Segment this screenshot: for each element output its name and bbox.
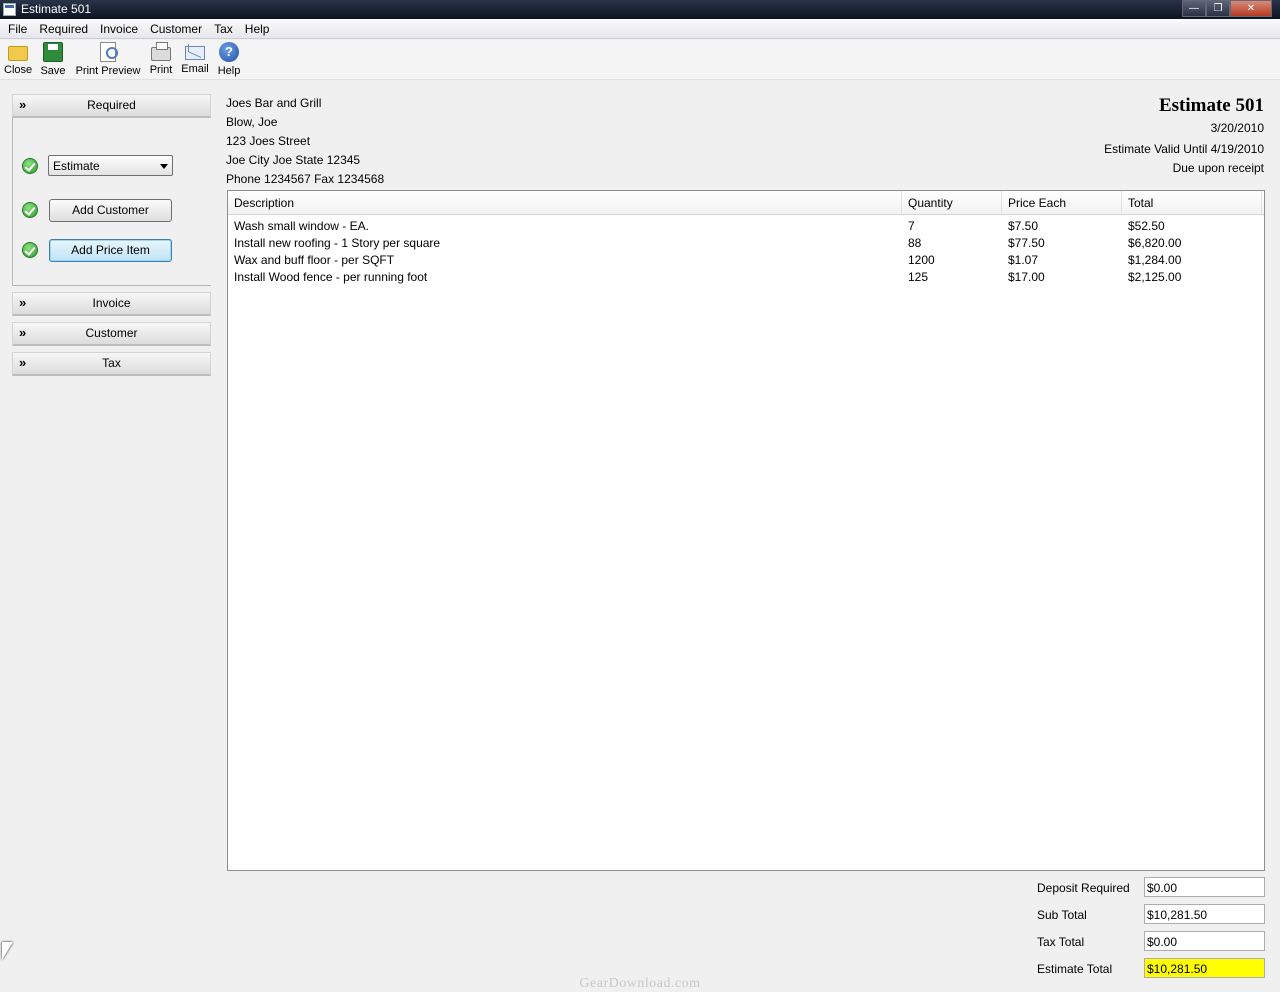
menu-file[interactable]: File xyxy=(2,19,33,39)
customer-contact: Blow, Joe xyxy=(226,115,278,129)
chevron-down-icon: » xyxy=(19,325,27,340)
invoice-group-label: Invoice xyxy=(92,296,131,310)
chevron-up-icon: » xyxy=(19,97,27,112)
row-quantity: 1200 xyxy=(908,253,935,267)
sub-total-label: Sub Total xyxy=(1037,908,1087,922)
save-label: Save xyxy=(40,65,66,77)
row-price: $1.07 xyxy=(1008,253,1039,267)
customer-group-label: Customer xyxy=(85,326,138,340)
printer-icon xyxy=(151,42,171,61)
customer-city: Joe City Joe State 12345 xyxy=(226,153,361,167)
estimate-total-label: Estimate Total xyxy=(1037,962,1113,976)
tax-total-field[interactable]: $0.00 xyxy=(1144,931,1265,951)
row-price: $7.50 xyxy=(1008,219,1039,233)
required-group-header[interactable]: » Required xyxy=(12,94,211,118)
email-label: Email xyxy=(181,63,209,75)
deposit-required-field[interactable]: $0.00 xyxy=(1144,877,1265,897)
floppy-disk-icon xyxy=(43,42,63,62)
check-complete-icon xyxy=(22,158,38,174)
row-description: Wax and buff floor - per SQFT xyxy=(234,253,395,267)
toolbar: Close Save Print Preview Print Email ? H… xyxy=(0,40,1280,80)
close-label: Close xyxy=(4,64,33,76)
row-quantity: 7 xyxy=(908,219,915,233)
help-label: Help xyxy=(217,65,241,77)
row-description: Install Wood fence - per running foot xyxy=(234,270,428,284)
menu-required[interactable]: Required xyxy=(33,19,94,39)
tax-group-label: Tax xyxy=(102,356,121,370)
check-complete-icon xyxy=(22,242,38,258)
row-quantity: 88 xyxy=(908,236,922,250)
row-price: $17.00 xyxy=(1008,270,1045,284)
required-group-label: Required xyxy=(87,98,136,112)
add-customer-button[interactable]: Add Customer xyxy=(49,199,172,222)
customer-street: 123 Joes Street xyxy=(226,134,311,148)
chevron-down-icon xyxy=(160,164,168,169)
customer-company: Joes Bar and Grill xyxy=(226,96,322,110)
tax-total-label: Tax Total xyxy=(1037,935,1085,949)
column-description[interactable]: Description xyxy=(228,191,902,215)
estimate-total-field[interactable]: $10,281.50 xyxy=(1144,958,1265,978)
close-window-icon[interactable]: ✕ xyxy=(1230,0,1272,17)
sub-total-field[interactable]: $10,281.50 xyxy=(1144,904,1265,924)
row-total: $6,820.00 xyxy=(1128,236,1182,250)
invoice-group-header[interactable]: » Invoice xyxy=(12,292,211,316)
menu-customer[interactable]: Customer xyxy=(144,19,208,39)
menu-bar: File Required Invoice Customer Tax Help xyxy=(0,19,1280,39)
folder-icon xyxy=(8,46,28,61)
row-total: $52.50 xyxy=(1128,219,1165,233)
estimate-title: Estimate 501 xyxy=(1158,95,1264,116)
price-items-table[interactable]: Description Quantity Price Each Total Wa… xyxy=(227,190,1265,871)
menu-help[interactable]: Help xyxy=(239,19,276,39)
column-quantity[interactable]: Quantity xyxy=(902,191,1002,215)
help-button[interactable]: ? Help xyxy=(216,42,242,77)
row-quantity: 125 xyxy=(908,270,929,284)
row-total: $2,125.00 xyxy=(1128,270,1182,284)
chevron-down-icon: » xyxy=(19,355,27,370)
mouse-cursor-icon xyxy=(2,942,13,960)
print-label: Print xyxy=(149,64,173,76)
window-controls: — ❐ ✕ xyxy=(1182,0,1272,17)
save-button[interactable]: Save xyxy=(40,42,66,77)
tax-group-header[interactable]: » Tax xyxy=(12,352,211,376)
column-total[interactable]: Total xyxy=(1122,191,1262,215)
customer-phone-fax: Phone 1234567 Fax 1234568 xyxy=(226,172,385,186)
column-price-each[interactable]: Price Each xyxy=(1002,191,1122,215)
document-type-select[interactable]: Estimate xyxy=(48,155,173,176)
table-header: Description Quantity Price Each Total xyxy=(228,191,1264,215)
add-price-item-button[interactable]: Add Price Item xyxy=(49,239,172,262)
estimate-date: 3/20/2010 xyxy=(1210,121,1264,135)
print-preview-button[interactable]: Print Preview xyxy=(75,42,141,77)
restore-icon[interactable]: ❐ xyxy=(1206,0,1230,17)
title-bar: Estimate 501 — ❐ ✕ xyxy=(0,0,1280,19)
check-complete-icon xyxy=(22,202,38,218)
row-description: Install new roofing - 1 Story per square xyxy=(234,236,441,250)
document-type-value: Estimate xyxy=(53,159,100,173)
watermark: GearDownload.com xyxy=(579,976,701,991)
row-description: Wash small window - EA. xyxy=(234,219,369,233)
row-price: $77.50 xyxy=(1008,236,1045,250)
row-total: $1,284.00 xyxy=(1128,253,1182,267)
deposit-required-label: Deposit Required xyxy=(1037,881,1130,895)
menu-invoice[interactable]: Invoice xyxy=(94,19,144,39)
print-preview-label: Print Preview xyxy=(75,65,141,77)
app-icon xyxy=(3,3,16,16)
window-title: Estimate 501 xyxy=(21,2,92,16)
customer-group-header[interactable]: » Customer xyxy=(12,322,211,346)
magnifier-page-icon xyxy=(100,42,118,62)
help-icon: ? xyxy=(219,42,239,62)
close-button[interactable]: Close xyxy=(4,42,32,76)
estimate-valid-until: Estimate Valid Until 4/19/2010 xyxy=(1104,142,1264,156)
required-group-panel: Estimate Add Customer Add Price Item xyxy=(12,118,211,286)
menu-tax[interactable]: Tax xyxy=(208,19,239,39)
minimize-icon[interactable]: — xyxy=(1182,0,1206,17)
chevron-down-icon: » xyxy=(19,295,27,310)
email-button[interactable]: Email xyxy=(181,42,209,75)
envelope-icon xyxy=(185,46,205,60)
estimate-terms: Due upon receipt xyxy=(1172,161,1264,175)
print-button[interactable]: Print xyxy=(148,42,174,76)
